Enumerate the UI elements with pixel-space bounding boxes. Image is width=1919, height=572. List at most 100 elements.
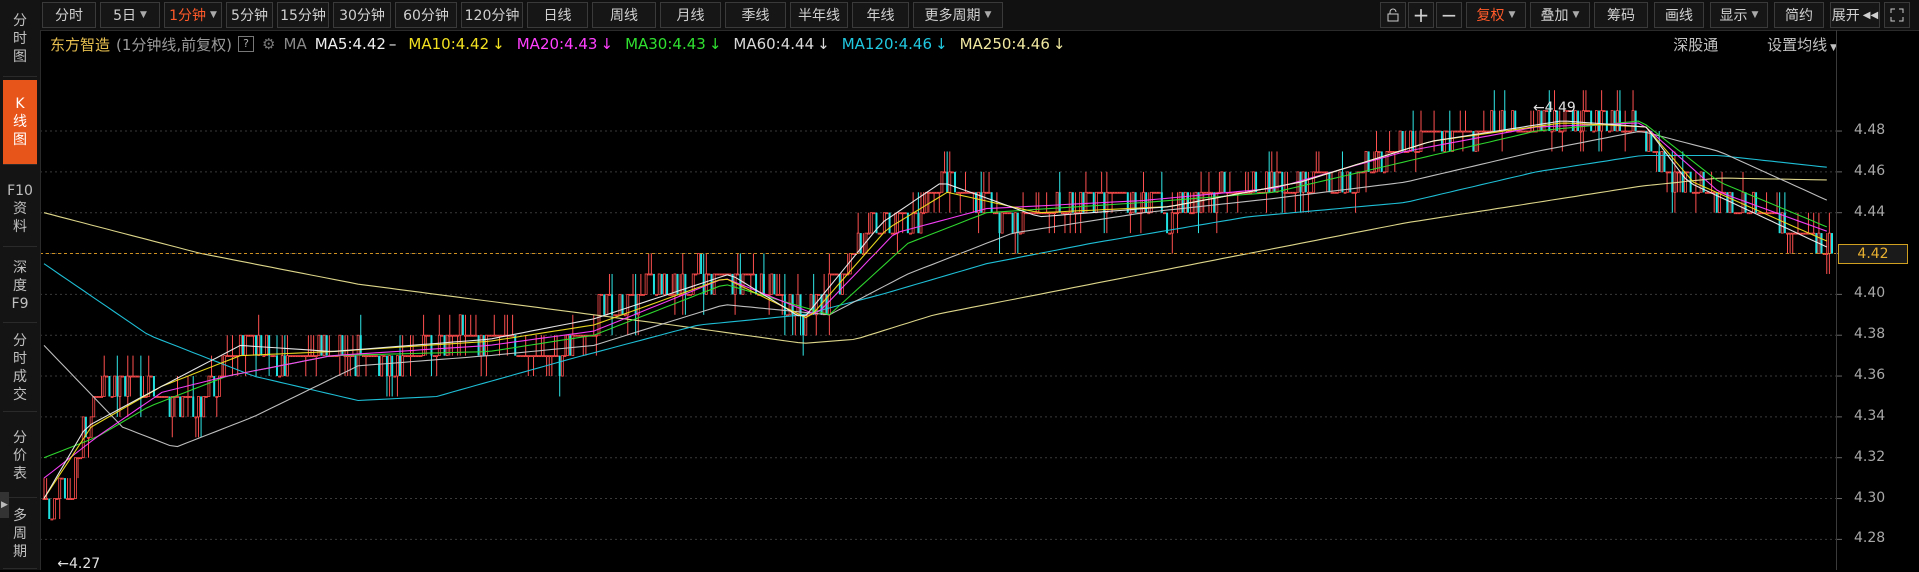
period-tab-12[interactable]: 半年线 xyxy=(790,2,848,28)
period-tab-7[interactable]: 120分钟 xyxy=(461,2,523,28)
gear-icon[interactable]: ⚙ xyxy=(262,35,275,53)
candle-body-up xyxy=(987,191,991,194)
candle-body-up xyxy=(613,314,617,317)
ma-legend-item: MA5:4.42– xyxy=(314,35,397,53)
draw-line-button[interactable]: 画线 xyxy=(1654,2,1704,28)
expand-button[interactable]: 展开 ◀◀ xyxy=(1830,2,1880,28)
candle-body-up xyxy=(1189,212,1193,215)
candle-body-up xyxy=(1812,232,1816,235)
candle-body-up xyxy=(560,355,564,377)
candle-body-down xyxy=(1255,171,1258,193)
candle-body-up xyxy=(948,171,952,193)
period-tab-5[interactable]: 30分钟 xyxy=(333,2,391,28)
candle-body-up xyxy=(629,293,632,296)
candle-body-up xyxy=(1623,130,1627,133)
candle-body-up xyxy=(456,334,460,337)
zoom-in-icon[interactable]: + xyxy=(1408,2,1434,28)
candle-body-up xyxy=(718,273,721,276)
ma-label[interactable]: MA xyxy=(284,35,307,53)
fuquan-dropdown[interactable]: 复权 ▼ xyxy=(1466,2,1526,28)
simple-mode-button[interactable]: 简约 xyxy=(1774,2,1824,28)
candle-body-up xyxy=(1202,191,1206,194)
candle-body-up xyxy=(1176,212,1179,215)
candle-body-up xyxy=(1524,130,1528,133)
candle-body-up xyxy=(930,191,933,194)
period-tab-4[interactable]: 15分钟 xyxy=(277,2,329,28)
period-tab-13[interactable]: 年线 xyxy=(852,2,909,28)
chips-button[interactable]: 筹码 xyxy=(1594,2,1648,28)
candle-body-up xyxy=(576,334,580,337)
candle-body-down xyxy=(1577,110,1580,132)
chevron-down-icon: ▼ xyxy=(1508,10,1516,20)
left-tab-4[interactable]: 分 时 成 交 xyxy=(3,325,37,412)
candle-body-down xyxy=(1618,110,1621,132)
candle-body-up xyxy=(1388,151,1391,153)
candle-body-up xyxy=(539,355,543,358)
candle-body-up xyxy=(1466,130,1470,133)
candle-body-down xyxy=(124,376,127,397)
candle-body-down xyxy=(1440,131,1443,152)
candle-body-up xyxy=(1275,171,1279,193)
candle-body-up xyxy=(414,355,418,358)
chart-right-links: 深股通 设置均线 ▼ xyxy=(1651,34,1837,55)
candle-body-up xyxy=(1335,191,1339,194)
candle-body-up xyxy=(1736,212,1740,215)
period-tab-14[interactable]: 更多周期 ▼ xyxy=(913,2,1003,28)
candle-body-down xyxy=(998,212,1001,234)
help-icon[interactable]: ? xyxy=(238,36,255,52)
period-tab-11[interactable]: 季线 xyxy=(725,2,786,28)
candle-body-down xyxy=(200,396,203,417)
candle-body-up xyxy=(1013,212,1017,234)
period-tab-6[interactable]: 60分钟 xyxy=(395,2,457,28)
candle-body-up xyxy=(663,273,666,295)
left-tab-1[interactable]: K 线 图 xyxy=(3,80,37,165)
overlay-dropdown[interactable]: 叠加 ▼ xyxy=(1530,2,1590,28)
fullscreen-icon[interactable] xyxy=(1884,2,1910,28)
left-tab-0[interactable]: 分 时 图 xyxy=(3,2,37,77)
candle-body-up xyxy=(1008,212,1012,215)
ma-line xyxy=(43,122,1828,499)
period-tab-0[interactable]: 分时 xyxy=(42,2,96,28)
candle-body-up xyxy=(1443,130,1446,152)
stock-name[interactable]: 东方智造 xyxy=(50,34,110,55)
period-tab-8[interactable]: 日线 xyxy=(527,2,588,28)
price-tick-label: 4.44 xyxy=(1854,203,1886,220)
candle-body-up xyxy=(1691,191,1695,194)
left-tab-3[interactable]: 深 度 F9 xyxy=(3,250,37,323)
candle-body-down xyxy=(1401,131,1404,152)
left-tab-2[interactable]: F10 资 料 xyxy=(3,172,37,247)
period-tab-2[interactable]: 1分钟 ▼ xyxy=(164,2,222,28)
candle-body-up xyxy=(375,355,378,358)
candle-body-up xyxy=(950,171,954,174)
candle-body-up xyxy=(1422,130,1426,133)
collapse-arrow-icon[interactable]: ▶ xyxy=(0,492,9,518)
candle-body-up xyxy=(694,273,698,276)
candle-body-down xyxy=(399,355,402,377)
lock-icon[interactable] xyxy=(1380,2,1406,28)
candle-body-up xyxy=(388,355,391,377)
price-tick-label: 4.46 xyxy=(1854,162,1886,179)
candle-body-up xyxy=(427,334,431,337)
candle-body-up xyxy=(458,314,462,336)
display-dropdown[interactable]: 显示 ▼ xyxy=(1710,2,1768,28)
candle-body-up xyxy=(901,212,905,215)
period-tab-10[interactable]: 月线 xyxy=(660,2,721,28)
set-ma-link[interactable]: 设置均线 ▼ xyxy=(1745,36,1837,54)
candle-body-up xyxy=(715,273,719,276)
left-tab-5[interactable]: 分 价 表 xyxy=(3,415,37,498)
candle-body-up xyxy=(393,375,397,378)
candle-body-down xyxy=(63,478,66,499)
period-tab-9[interactable]: 周线 xyxy=(592,2,656,28)
kline-chart[interactable] xyxy=(0,0,1919,570)
shengu-link[interactable]: 深股通 xyxy=(1673,36,1718,54)
candle-body-up xyxy=(1108,191,1111,194)
candle-body-up xyxy=(215,396,219,398)
candle-body-up xyxy=(181,396,185,418)
candle-body-up xyxy=(1461,130,1465,133)
zoom-out-icon[interactable]: − xyxy=(1436,2,1462,28)
candle-body-up xyxy=(995,212,999,215)
period-tab-1[interactable]: 5日 ▼ xyxy=(100,2,160,28)
candle-body-up xyxy=(1655,151,1659,153)
candle-body-down xyxy=(179,396,182,417)
period-tab-3[interactable]: 5分钟 xyxy=(226,2,273,28)
